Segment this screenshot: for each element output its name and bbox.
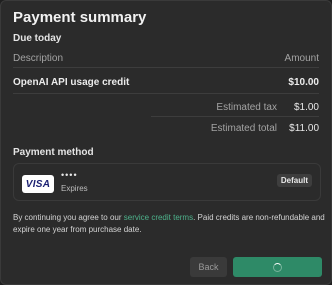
visa-card-icon: VISA: [22, 175, 54, 193]
default-badge: Default: [276, 174, 312, 187]
terms-prefix: By continuing you agree to our: [13, 213, 124, 222]
card-number-masked: ••••: [61, 170, 78, 180]
back-button[interactable]: Back: [190, 257, 227, 277]
line-item-description: OpenAI API usage credit: [13, 77, 130, 88]
payment-summary-dialog: Payment summary Due today Description Am…: [0, 0, 332, 285]
estimated-total-label: Estimated total: [210, 123, 277, 134]
payment-method-label: Payment method: [13, 147, 94, 158]
service-credit-terms-link[interactable]: service credit terms: [124, 213, 193, 222]
tax-divider: [151, 116, 319, 117]
line-item-amount: $10.00: [288, 77, 319, 88]
header-divider: [13, 67, 319, 68]
card-expires-label: Expires: [61, 184, 88, 193]
estimated-tax-amount: $1.00: [293, 102, 319, 113]
confirm-payment-button[interactable]: [233, 257, 322, 277]
item-divider: [13, 93, 319, 94]
loading-spinner-icon: [273, 262, 282, 272]
column-header-amount: Amount: [284, 53, 319, 64]
terms-text: By continuing you agree to our service c…: [13, 212, 325, 236]
column-header-description: Description: [13, 53, 64, 64]
due-today-label: Due today: [13, 33, 62, 44]
card-brand-label: VISA: [25, 178, 51, 190]
dialog-title: Payment summary: [13, 9, 147, 26]
estimated-tax-label: Estimated tax: [216, 102, 277, 113]
estimated-total-amount: $11.00: [289, 123, 319, 134]
payment-method-card[interactable]: VISA •••• Expires Default: [13, 163, 321, 201]
